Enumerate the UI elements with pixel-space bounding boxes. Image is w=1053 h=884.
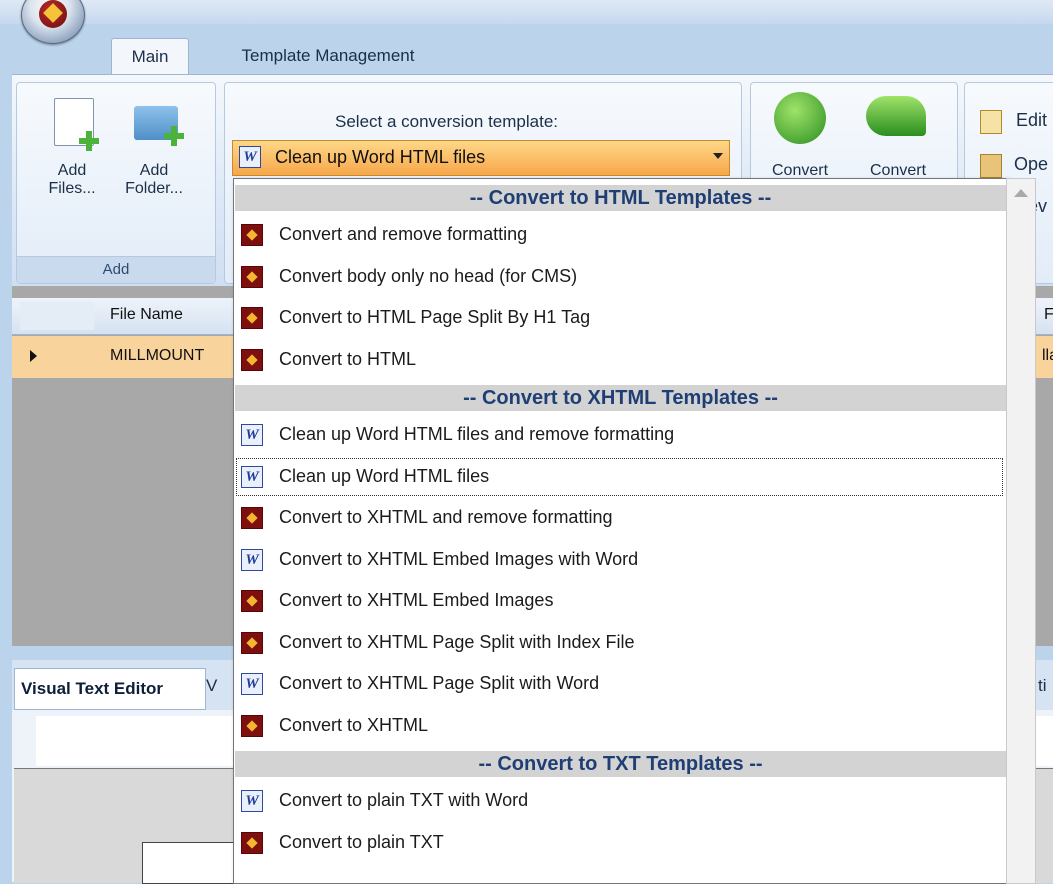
dropdown-item-label: Convert to XHTML Page Split with Index F…	[279, 631, 635, 652]
add-files-label: Add Files...	[48, 162, 96, 197]
app-template-icon	[241, 348, 263, 371]
select-all-corner[interactable]	[20, 302, 94, 330]
dropdown-item-label: Convert to XHTML	[279, 714, 429, 735]
app-template-icon	[241, 631, 263, 654]
dropdown-item[interactable]: W Clean up Word HTML files	[235, 457, 1004, 497]
dropdown-item-label: Convert to XHTML Embed Images	[279, 590, 554, 610]
tab-main[interactable]: Main	[111, 38, 189, 75]
column-file-name[interactable]: File Name	[110, 306, 183, 324]
dropdown-item[interactable]: Convert to HTML	[235, 340, 1004, 380]
app-template-icon	[241, 307, 263, 329]
tab-template-management[interactable]: Template Management	[213, 38, 443, 74]
app-template-icon	[241, 224, 263, 246]
template-select-value: Clean up Word HTML files	[275, 147, 486, 167]
open-button[interactable]: Ope	[1014, 154, 1048, 175]
add-files-button[interactable]: Add Files...	[36, 92, 108, 202]
dropdown-item-label: Clean up Word HTML files and remove form…	[279, 424, 675, 444]
convert-refresh-icon[interactable]	[774, 92, 826, 144]
dropdown-item-label: Convert to XHTML and remove formatting	[279, 507, 613, 527]
edit-button[interactable]: Edit	[1016, 110, 1047, 131]
application-menu-button[interactable]	[21, 0, 85, 44]
row-right: lla	[1042, 347, 1053, 364]
word-icon: W	[241, 673, 263, 695]
add-group-label: Add	[17, 256, 215, 283]
add-folder-label: Add Folder...	[125, 162, 183, 197]
dropdown-item-label: Convert to plain TXT with Word	[279, 790, 529, 810]
word-icon: W	[239, 146, 261, 168]
dropdown-item-label: Convert body only no head (for CMS)	[279, 265, 578, 286]
dropdown-group-header: -- Convert to TXT Templates --	[235, 751, 1006, 777]
edit-icon	[980, 110, 1002, 134]
chevron-down-icon[interactable]	[713, 153, 723, 159]
word-icon: W	[241, 548, 263, 571]
title-bar	[0, 0, 1053, 24]
dropdown-item-label: Convert to XHTML Embed Images with Word	[279, 548, 639, 569]
row-file-name: MILLMOUNT	[110, 347, 205, 364]
dropdown-item[interactable]: Convert to XHTML Embed Images	[235, 581, 1004, 621]
word-icon: W	[241, 465, 263, 488]
template-dropdown-list: -- Convert to HTML Templates -- Convert a…	[233, 178, 1008, 884]
tab-v[interactable]: V	[206, 676, 217, 696]
template-select[interactable]: W Clean up Word HTML files	[232, 140, 730, 176]
app-template-icon	[241, 507, 263, 529]
dropdown-item[interactable]: W Convert to XHTML Page Split with Word	[235, 664, 1004, 704]
word-icon: W	[241, 790, 263, 812]
dropdown-item-label: Convert and remove formatting	[279, 224, 528, 244]
dropdown-scrollbar[interactable]	[1006, 178, 1036, 884]
dropdown-item[interactable]: Convert to XHTML Page Split with Index F…	[235, 623, 1004, 663]
dropdown-item[interactable]: Convert to plain TXT	[235, 823, 1004, 863]
dropdown-item[interactable]: Convert body only no head (for CMS)	[235, 257, 1004, 297]
tab-visual-text-editor[interactable]: Visual Text Editor	[14, 668, 206, 710]
dropdown-item[interactable]: Convert to XHTML and remove formatting	[235, 498, 1004, 538]
dropdown-item[interactable]: Convert and remove formatting	[235, 215, 1004, 255]
dropdown-item[interactable]: W Convert to plain TXT with Word	[235, 781, 1004, 821]
dropdown-item-label: Convert to plain TXT	[279, 831, 444, 852]
dropdown-item[interactable]: Convert to XHTML	[235, 706, 1004, 746]
column-right[interactable]: F	[1044, 306, 1053, 324]
dropdown-group-header: -- Convert to XHTML Templates --	[235, 385, 1006, 411]
dropdown-item-label: Clean up Word HTML files	[279, 465, 490, 486]
open-icon	[980, 154, 1002, 178]
dropdown-item-label: Convert to HTML	[279, 348, 417, 369]
add-folder-button[interactable]: Add Folder...	[112, 92, 196, 202]
dropdown-item-label: Convert to HTML Page Split By H1 Tag	[279, 307, 591, 327]
dropdown-item-label: Convert to XHTML Page Split with Word	[279, 673, 600, 693]
add-file-icon	[54, 98, 99, 151]
app-template-icon	[241, 831, 263, 854]
app-logo-icon	[39, 0, 67, 28]
dropdown-item[interactable]: Convert to HTML Page Split By H1 Tag	[235, 298, 1004, 338]
dropdown-group-header: -- Convert to HTML Templates --	[235, 185, 1006, 211]
app-template-icon	[241, 714, 263, 737]
tab-right[interactable]: ti	[1038, 676, 1047, 696]
dropdown-item[interactable]: W Clean up Word HTML files and remove for…	[235, 415, 1004, 455]
word-icon: W	[241, 424, 263, 446]
editor-page[interactable]	[142, 842, 244, 884]
template-select-label: Select a conversion template:	[335, 112, 559, 131]
app-template-icon	[241, 265, 263, 288]
row-indicator-icon	[30, 350, 37, 362]
scroll-up-icon[interactable]	[1014, 189, 1028, 197]
app-template-icon	[241, 590, 263, 612]
add-folder-icon	[134, 106, 184, 146]
convert-arrow-icon[interactable]	[866, 96, 926, 136]
dropdown-item[interactable]: W Convert to XHTML Embed Images with Word	[235, 540, 1004, 580]
